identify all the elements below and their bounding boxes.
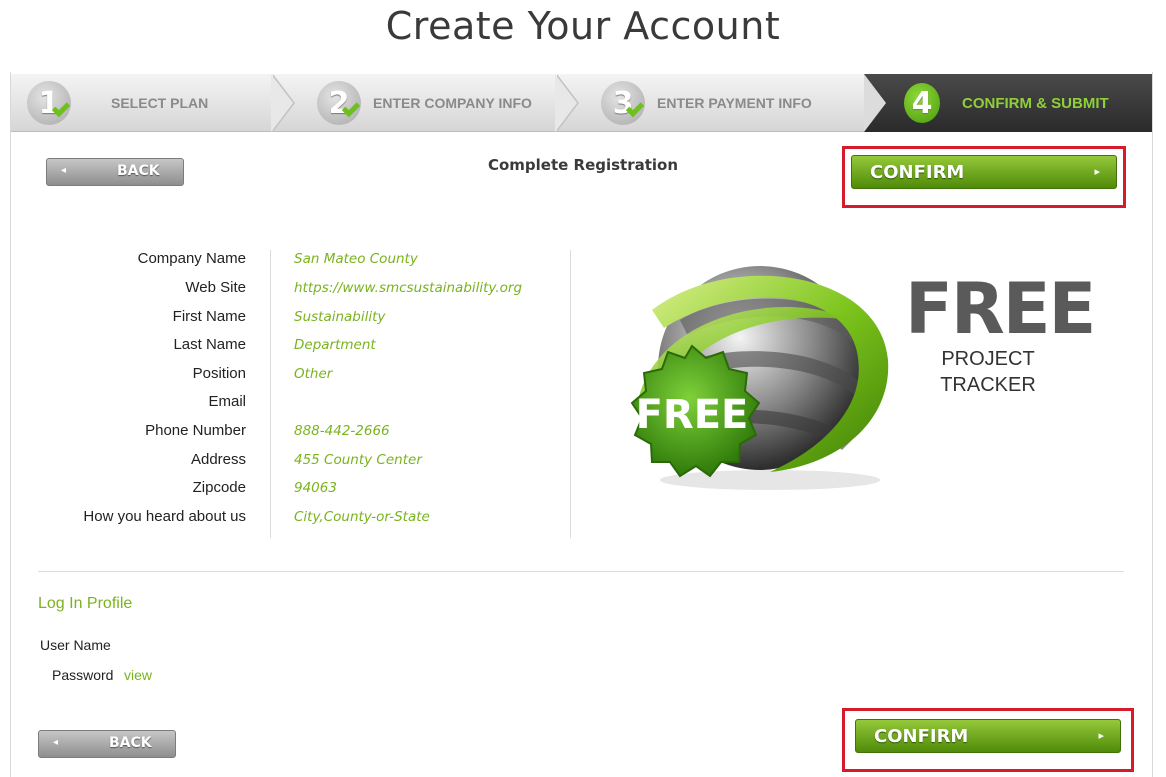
- field-value-first-name: Sustainability: [294, 309, 386, 325]
- confirm-highlight: CONFIRM ▸: [842, 146, 1126, 208]
- field-value-address: 455 County Center: [294, 452, 422, 468]
- field-value-zipcode: 94063: [294, 480, 337, 496]
- field-label-company-name: Company Name: [137, 250, 246, 267]
- step-label: ENTER PAYMENT INFO: [657, 95, 812, 111]
- step-4[interactable]: 4 CONFIRM & SUBMIT: [904, 74, 1109, 132]
- free-project-tracker-graphic: FREE: [620, 250, 920, 500]
- username-label: User Name: [40, 637, 111, 653]
- globe-badge-icon: FREE: [630, 266, 889, 490]
- field-value-company-name: San Mateo County: [294, 251, 418, 267]
- confirm-button-bottom[interactable]: CONFIRM ▸: [855, 719, 1121, 753]
- field-label-last-name: Last Name: [173, 336, 246, 353]
- login-profile-title: Log In Profile: [38, 595, 133, 612]
- field-label-email: Email: [208, 393, 246, 410]
- badge-text: FREE: [636, 392, 749, 438]
- field-value-web-site: https://www.smcsustainability.org: [294, 280, 523, 296]
- field-value-position: Other: [294, 366, 333, 382]
- field-label-zipcode: Zipcode: [192, 479, 246, 496]
- column-divider: [270, 250, 271, 538]
- step-number-icon: 2: [317, 81, 361, 125]
- field-label-web-site: Web Site: [185, 279, 246, 296]
- field-label-referral: How you heard about us: [83, 508, 246, 525]
- field-label-address: Address: [190, 451, 246, 468]
- field-label-phone-number: Phone Number: [145, 422, 246, 439]
- column-divider: [570, 250, 571, 538]
- step-1[interactable]: 1 SELECT PLAN: [27, 74, 208, 132]
- step-number-icon: 4: [904, 83, 940, 123]
- step-label: CONFIRM & SUBMIT: [962, 94, 1109, 112]
- step-2[interactable]: 2 ENTER COMPANY INFO: [317, 74, 532, 132]
- promo-line-1: PROJECT: [941, 348, 1035, 370]
- field-label-position: Position: [192, 365, 246, 382]
- field-value-referral: City,County-or-State: [294, 509, 430, 525]
- step-label: ENTER COMPANY INFO: [373, 95, 532, 111]
- confirm-highlight-bottom: CONFIRM ▸: [842, 708, 1134, 772]
- step-number-icon: 3: [601, 81, 645, 125]
- promo-line-2: TRACKER: [940, 374, 1036, 396]
- password-label: Password: [52, 667, 114, 683]
- confirm-button[interactable]: CONFIRM ▸: [851, 155, 1117, 189]
- field-label-first-name: First Name: [172, 308, 246, 325]
- field-value-phone-number: 888-442-2666: [294, 423, 390, 439]
- arrow-right-icon: ▸: [1098, 729, 1104, 742]
- section-divider: [38, 571, 1124, 572]
- progress-steps: 1 SELECT PLAN 2 ENTER COMPANY INFO 3 ENT…: [11, 74, 1152, 132]
- step-3[interactable]: 3 ENTER PAYMENT INFO: [601, 74, 812, 132]
- field-value-last-name: Department: [294, 337, 376, 353]
- arrow-left-icon: ◂: [53, 737, 59, 748]
- view-password-link[interactable]: view: [124, 667, 152, 683]
- back-button-bottom[interactable]: ◂ BACK: [38, 730, 176, 758]
- step-label: SELECT PLAN: [111, 95, 209, 111]
- promo-headline: FREE: [905, 268, 1096, 350]
- step-number-icon: 1: [27, 81, 71, 125]
- page-title: Create Your Account: [385, 4, 781, 48]
- arrow-right-icon: ▸: [1094, 165, 1100, 178]
